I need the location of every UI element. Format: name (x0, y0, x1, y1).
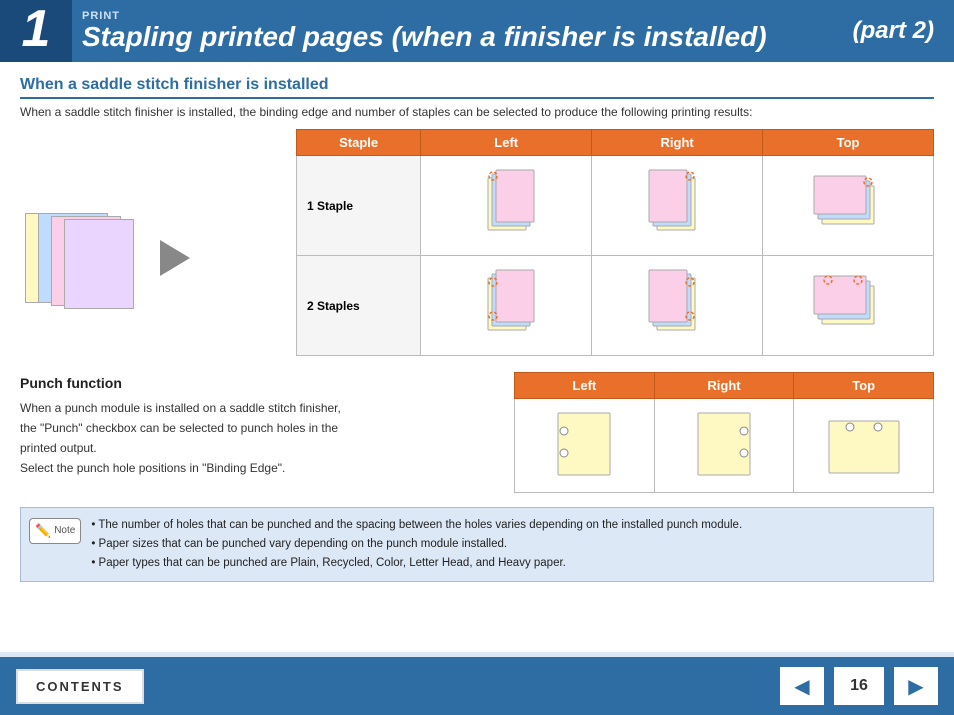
col-staple: Staple (297, 130, 421, 156)
2staple-right-cell (592, 256, 763, 356)
section1-intro: When a saddle stitch finisher is install… (20, 105, 934, 119)
note-bullet-1: • The number of holes that can be punche… (91, 516, 742, 535)
punch-left-cell (515, 399, 655, 493)
main-content: When a saddle stitch finisher is install… (0, 62, 954, 652)
punch-col-left: Left (515, 373, 655, 399)
part-label: (part 2) (853, 0, 954, 62)
table-row (515, 399, 934, 493)
col-top: Top (763, 130, 934, 156)
section1-title: When a saddle stitch finisher is install… (20, 76, 934, 99)
prev-page-button[interactable]: ◀ (780, 667, 824, 705)
header-text-block: PRINT Stapling printed pages (when a fin… (72, 0, 853, 62)
punch-left-icon (544, 409, 624, 479)
print-label: PRINT (82, 10, 853, 22)
col-right: Right (592, 130, 763, 156)
row-1staple-label: 1 Staple (297, 156, 421, 256)
paper-sheet-purple (64, 219, 134, 309)
1staple-top-icon (808, 164, 888, 244)
punch-top-icon (824, 409, 904, 479)
contents-button[interactable]: CONTENTS (16, 669, 144, 704)
note-label: Note (54, 523, 75, 540)
2staple-top-cell (763, 256, 934, 356)
punch-top-cell (794, 399, 934, 493)
2staple-left-cell (421, 256, 592, 356)
note-box: ✏️ Note • The number of holes that can b… (20, 507, 934, 582)
page-number: 16 (834, 667, 884, 705)
note-bullet-2: • Paper sizes that can be punched vary d… (91, 535, 742, 554)
punch-title: Punch function (20, 372, 494, 394)
1staple-left-cell (421, 156, 592, 256)
page-title: Stapling printed pages (when a finisher … (82, 22, 853, 53)
punch-col-top: Top (794, 373, 934, 399)
table-row: 2 Staples (297, 256, 934, 356)
paper-illustration (20, 129, 280, 356)
arrow-icon (160, 240, 190, 276)
pencil-icon: ✏️ (35, 520, 51, 541)
paper-stack (20, 208, 150, 308)
2staple-left-icon (466, 264, 546, 344)
note-bullet-3: • Paper types that can be punched are Pl… (91, 554, 742, 573)
header: 1 PRINT Stapling printed pages (when a f… (0, 0, 954, 62)
punch-col-right: Right (654, 373, 794, 399)
col-left: Left (421, 130, 592, 156)
punch-table: Left Right Top (514, 372, 934, 493)
row-2staple-label: 2 Staples (297, 256, 421, 356)
punch-text: Punch function When a punch module is in… (20, 372, 494, 493)
2staple-top-icon (808, 264, 888, 344)
next-page-button[interactable]: ▶ (894, 667, 938, 705)
note-text: • The number of holes that can be punche… (91, 516, 742, 573)
punch-section: Punch function When a punch module is in… (20, 372, 934, 493)
1staple-left-icon (466, 164, 546, 244)
punch-right-cell (654, 399, 794, 493)
staple-table: Staple Left Right Top 1 Staple (296, 129, 934, 356)
punch-right-icon (684, 409, 764, 479)
chapter-number: 1 (0, 0, 72, 62)
table-row: 1 Staple (297, 156, 934, 256)
punch-line-1: When a punch module is installed on a sa… (20, 399, 494, 478)
top-section: Staple Left Right Top 1 Staple (20, 129, 934, 356)
1staple-top-cell (763, 156, 934, 256)
1staple-right-icon (637, 164, 717, 244)
2staple-right-icon (637, 264, 717, 344)
note-icon: ✏️ Note (29, 518, 81, 544)
footer: CONTENTS ◀ 16 ▶ (0, 657, 954, 715)
1staple-right-cell (592, 156, 763, 256)
